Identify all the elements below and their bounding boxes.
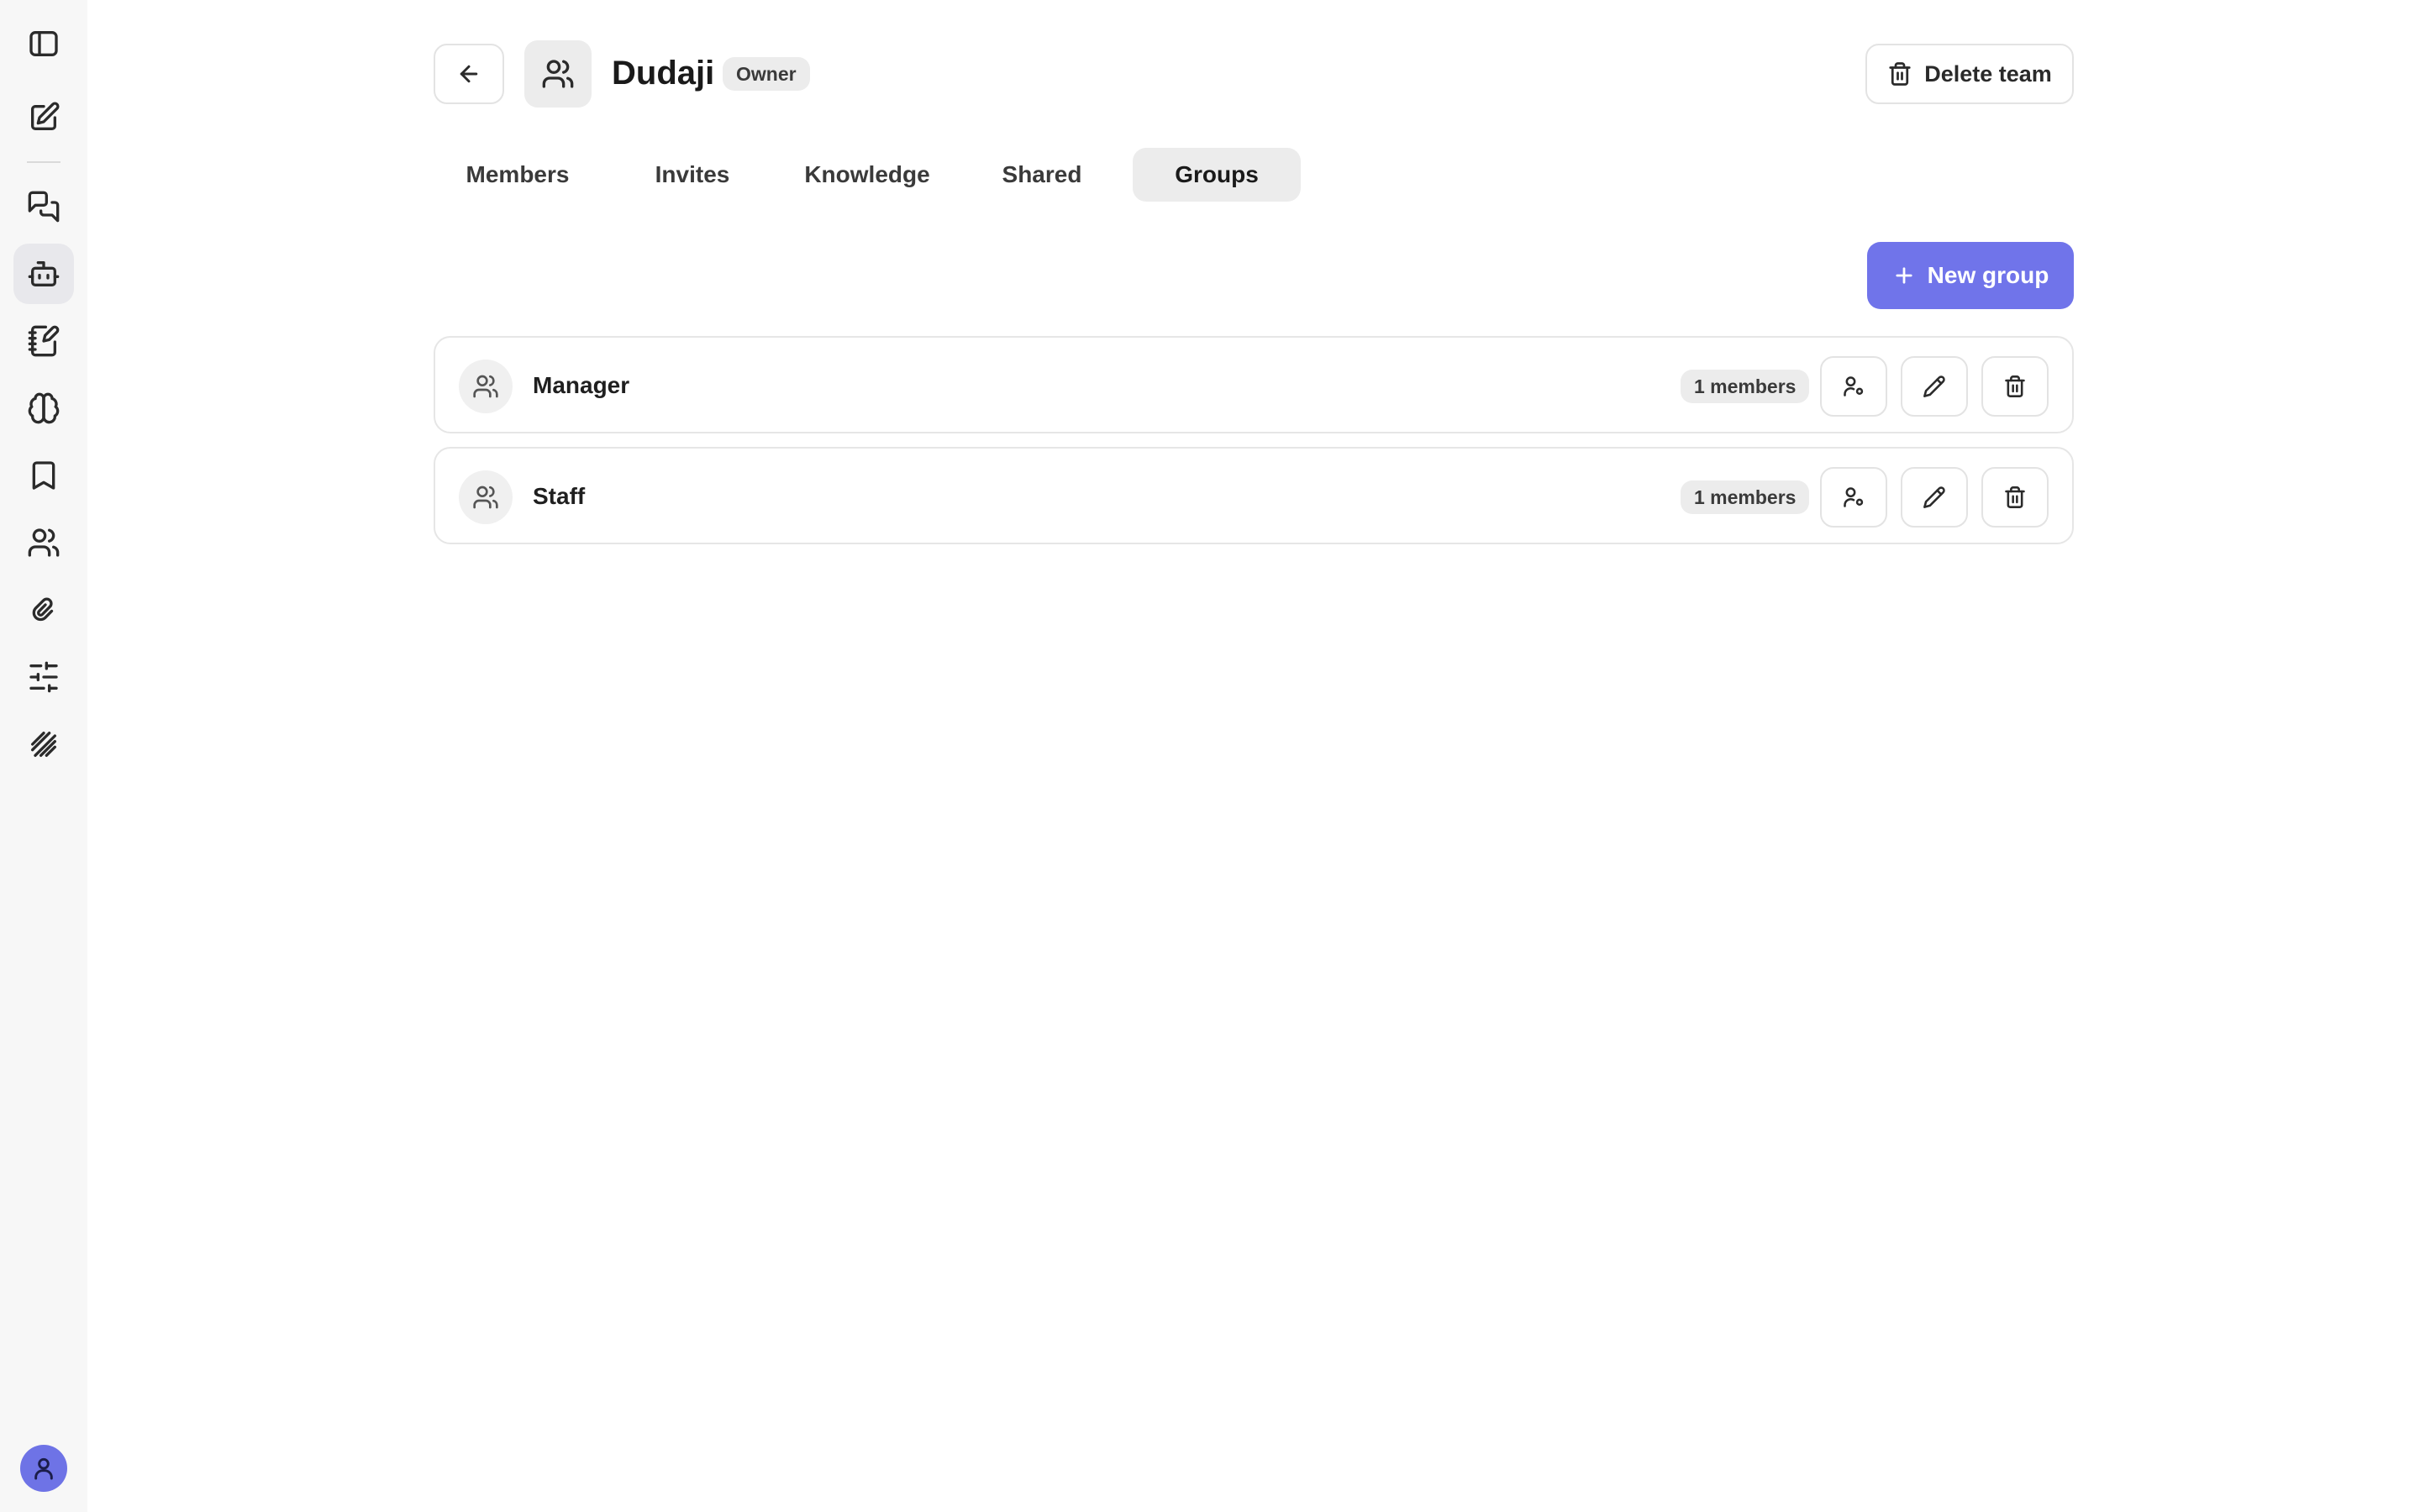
group-avatar bbox=[459, 360, 513, 413]
member-count-badge: 1 members bbox=[1681, 480, 1810, 514]
group-name: Staff bbox=[533, 483, 586, 509]
chats-icon bbox=[28, 191, 60, 223]
group-avatar bbox=[459, 470, 513, 524]
sidebar-item-bookmarks[interactable] bbox=[13, 445, 74, 506]
app-root: Dudaji Owner Delete team Members Invites… bbox=[0, 0, 2420, 1512]
group-users-icon bbox=[473, 486, 498, 509]
new-group-label: New group bbox=[1927, 262, 2049, 288]
sidebar-item-files[interactable] bbox=[13, 580, 74, 640]
sidebar-item-bots[interactable] bbox=[13, 244, 74, 304]
sidebar-item-settings[interactable] bbox=[13, 647, 74, 707]
delete-team-button[interactable]: Delete team bbox=[1865, 44, 2074, 104]
user-avatar[interactable] bbox=[20, 1445, 67, 1492]
sidebar-item-notes[interactable] bbox=[13, 311, 74, 371]
sidebar-item-sketch[interactable] bbox=[13, 714, 74, 774]
bookmark-icon bbox=[32, 461, 55, 490]
team-users-icon bbox=[542, 60, 574, 88]
pencil-icon bbox=[1923, 486, 1945, 508]
delete-team-label: Delete team bbox=[1924, 60, 2052, 87]
team-name: Dudaji bbox=[612, 55, 715, 92]
group-row: Staff 1 members bbox=[434, 447, 2074, 544]
brain-icon bbox=[28, 392, 60, 424]
delete-group-button[interactable] bbox=[1981, 356, 2049, 417]
manage-members-button[interactable] bbox=[1820, 467, 1887, 528]
sliders-icon bbox=[29, 661, 58, 693]
tab-invites[interactable]: Invites bbox=[618, 148, 766, 202]
trash-icon bbox=[2005, 486, 2025, 508]
manage-members-button[interactable] bbox=[1820, 356, 1887, 417]
new-chat-icon bbox=[31, 102, 60, 130]
sidebar-toggle-button[interactable] bbox=[13, 13, 74, 74]
sidebar bbox=[0, 0, 87, 1512]
back-button[interactable] bbox=[434, 44, 504, 104]
role-badge: Owner bbox=[723, 57, 810, 91]
edit-group-button[interactable] bbox=[1901, 356, 1968, 417]
sidebar-divider bbox=[27, 161, 60, 163]
users-icon bbox=[28, 528, 60, 557]
sidebar-item-teams[interactable] bbox=[13, 512, 74, 573]
bot-icon bbox=[28, 261, 60, 286]
notebook-icon bbox=[28, 325, 60, 357]
new-group-button[interactable]: New group bbox=[1867, 242, 2074, 309]
edit-group-button[interactable] bbox=[1901, 467, 1968, 528]
user-cog-icon bbox=[1844, 376, 1864, 396]
trash-icon bbox=[2005, 375, 2025, 397]
sidebar-item-chats[interactable] bbox=[13, 176, 74, 237]
group-name: Manager bbox=[533, 372, 630, 398]
tab-knowledge[interactable]: Knowledge bbox=[783, 148, 951, 202]
team-icon-tile bbox=[524, 40, 592, 108]
sidebar-item-knowledge[interactable] bbox=[13, 378, 74, 438]
sidebar-toggle-icon bbox=[29, 31, 58, 57]
tab-shared[interactable]: Shared bbox=[968, 148, 1116, 202]
member-count-badge: 1 members bbox=[1681, 370, 1810, 403]
delete-group-button[interactable] bbox=[1981, 467, 2049, 528]
group-users-icon bbox=[473, 375, 498, 398]
trash-icon bbox=[1889, 62, 1911, 86]
tab-groups[interactable]: Groups bbox=[1133, 148, 1301, 202]
pencil-icon bbox=[1923, 375, 1945, 397]
group-row: Manager 1 members bbox=[434, 336, 2074, 433]
paperclip-icon bbox=[32, 597, 54, 622]
user-icon bbox=[34, 1457, 53, 1480]
user-cog-icon bbox=[1844, 487, 1864, 507]
tab-members[interactable]: Members bbox=[434, 148, 602, 202]
new-chat-button[interactable] bbox=[13, 87, 74, 148]
scribble-icon bbox=[31, 732, 57, 757]
plus-icon bbox=[1896, 267, 1912, 284]
arrow-left-icon bbox=[460, 65, 478, 83]
